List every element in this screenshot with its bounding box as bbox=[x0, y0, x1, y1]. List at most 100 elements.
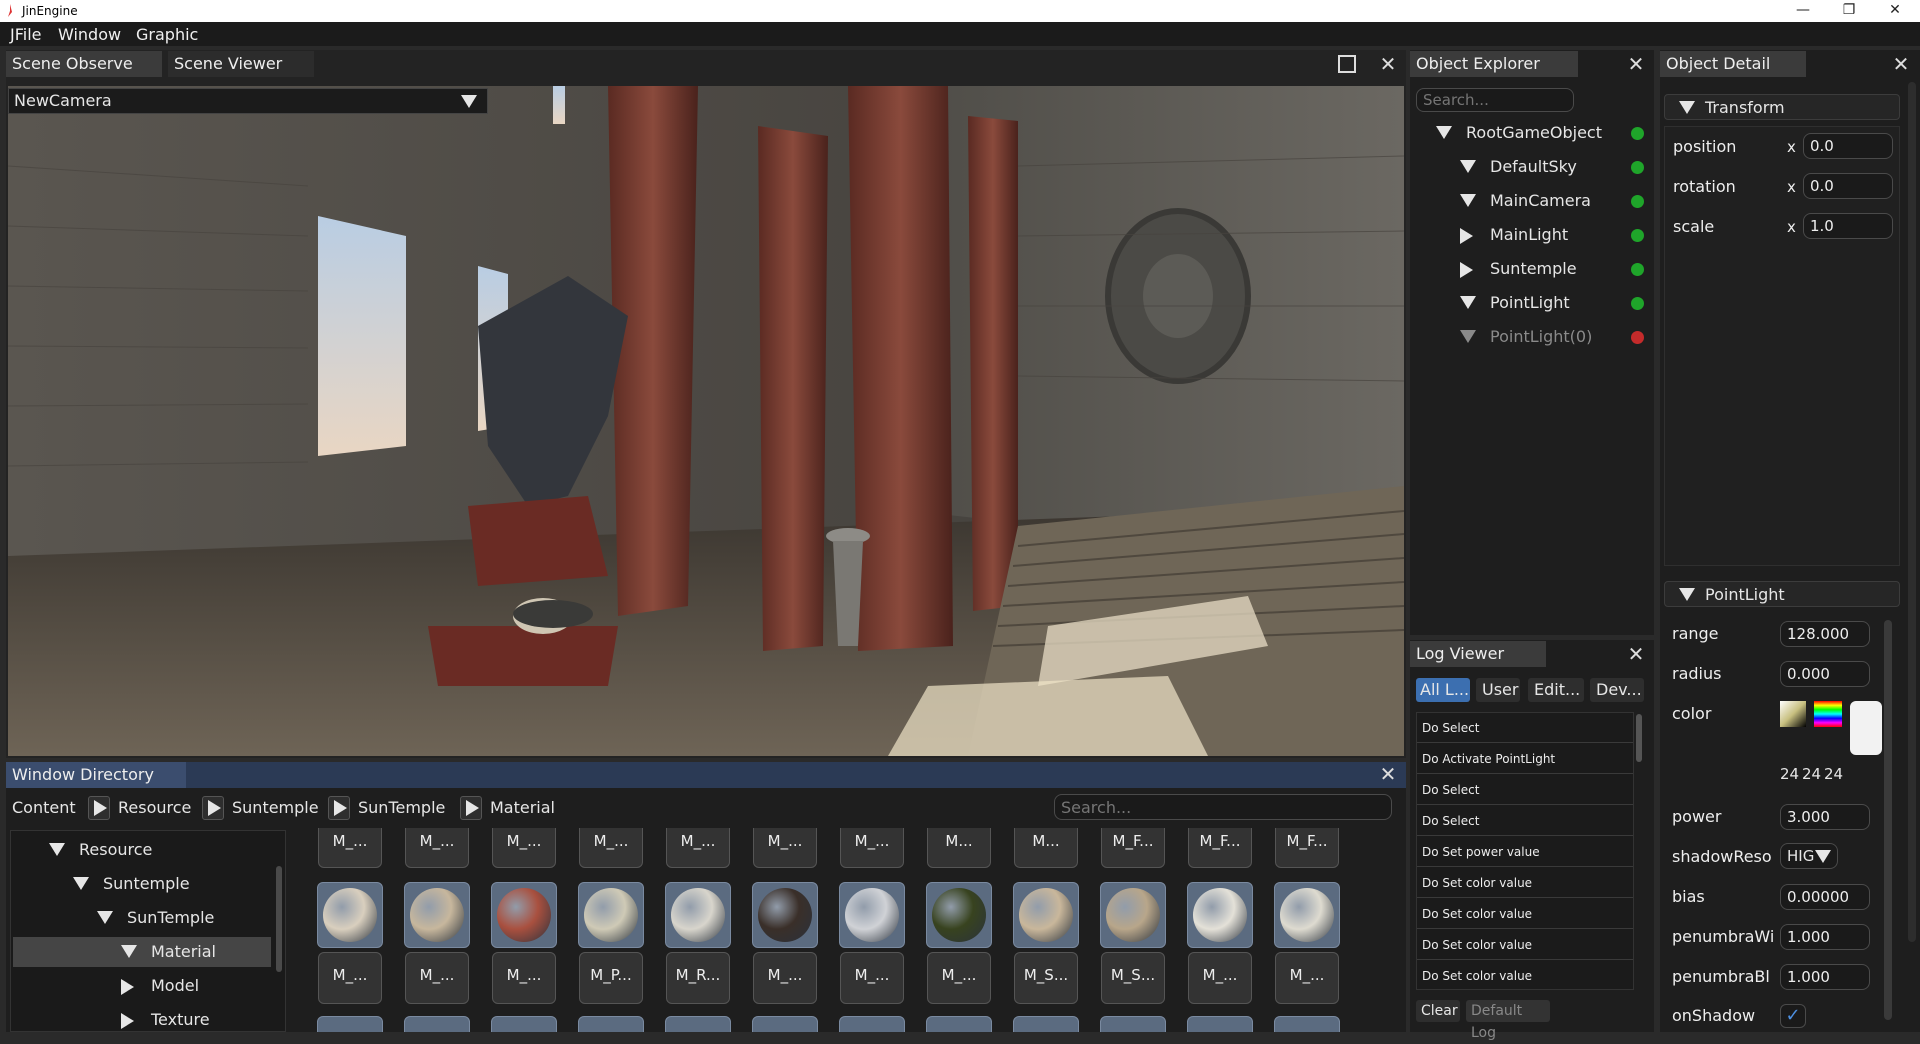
tab-scene-observe[interactable]: Scene Observe bbox=[6, 51, 162, 77]
material-thumbnail[interactable] bbox=[1274, 882, 1340, 948]
explorer-item[interactable]: PointLight(0) bbox=[1410, 322, 1654, 352]
explorer-item[interactable]: Suntemple bbox=[1410, 254, 1654, 284]
material-asset-label[interactable]: M_P... bbox=[579, 952, 643, 1004]
color-saturation-picker[interactable] bbox=[1780, 701, 1806, 727]
material-asset-label[interactable]: M_S... bbox=[1014, 952, 1078, 1004]
material-asset-label[interactable]: M_... bbox=[318, 952, 382, 1004]
onshadow-checkbox[interactable]: ✓ bbox=[1780, 1004, 1806, 1028]
expand-down-icon[interactable] bbox=[97, 911, 113, 924]
material-thumbnail[interactable] bbox=[578, 1016, 644, 1032]
material-asset-label[interactable]: M_R... bbox=[666, 952, 730, 1004]
menu-jfile[interactable]: JFile bbox=[10, 25, 42, 44]
material-thumbnail[interactable] bbox=[839, 882, 905, 948]
position-x-field[interactable]: 0.0 bbox=[1803, 133, 1893, 159]
close-window-button[interactable]: ✕ bbox=[1872, 0, 1918, 22]
log-tab-edit[interactable]: Edit... bbox=[1528, 678, 1584, 702]
menu-graphic[interactable]: Graphic bbox=[136, 25, 198, 44]
material-thumbnail[interactable] bbox=[1100, 882, 1166, 948]
asset-item[interactable]: M_... bbox=[405, 828, 469, 868]
material-thumbnail[interactable] bbox=[491, 882, 557, 948]
directory-tree-item[interactable]: Texture bbox=[13, 1005, 271, 1031]
material-thumbnail[interactable] bbox=[317, 882, 383, 948]
asset-item[interactable]: M_... bbox=[753, 828, 817, 868]
asset-item[interactable]: M_... bbox=[840, 828, 904, 868]
color-g-value[interactable]: 24 bbox=[1802, 765, 1821, 783]
color-b-value[interactable]: 24 bbox=[1824, 765, 1843, 783]
range-field[interactable]: 128.000 bbox=[1780, 621, 1870, 647]
material-asset-label[interactable]: M_... bbox=[1275, 952, 1339, 1004]
material-thumbnail[interactable] bbox=[578, 882, 644, 948]
log-entry[interactable]: Do Set color value bbox=[1417, 961, 1633, 989]
material-thumbnail[interactable] bbox=[665, 882, 731, 948]
explorer-item[interactable]: MainCamera bbox=[1410, 186, 1654, 216]
material-thumbnail[interactable] bbox=[1100, 1016, 1166, 1032]
breadcrumb-separator-icon[interactable] bbox=[328, 796, 350, 820]
asset-item[interactable]: M_F... bbox=[1188, 828, 1252, 868]
expand-right-icon[interactable] bbox=[121, 1013, 134, 1029]
directory-tree-item[interactable]: Suntemple bbox=[13, 869, 271, 899]
tab-scene-viewer[interactable]: Scene Viewer bbox=[168, 51, 314, 77]
breadcrumb-item[interactable]: SunTemple bbox=[358, 798, 445, 817]
breadcrumb-item[interactable]: Suntemple bbox=[232, 798, 319, 817]
asset-item[interactable]: M... bbox=[927, 828, 991, 868]
material-thumbnail[interactable] bbox=[491, 1016, 557, 1032]
expand-down-icon[interactable] bbox=[49, 843, 65, 856]
asset-item[interactable]: M_F... bbox=[1101, 828, 1165, 868]
close-detail-icon[interactable]: ✕ bbox=[1891, 54, 1911, 74]
pointlight-scrollbar[interactable] bbox=[1884, 620, 1892, 1020]
expand-down-icon[interactable] bbox=[1436, 126, 1452, 139]
breadcrumb-item[interactable]: Material bbox=[490, 798, 555, 817]
log-entry[interactable]: Do Select bbox=[1417, 806, 1633, 836]
log-tab-all[interactable]: All L... bbox=[1416, 678, 1470, 702]
tab-window-directory[interactable]: Window Directory bbox=[6, 762, 186, 788]
close-log-icon[interactable]: ✕ bbox=[1626, 644, 1646, 664]
explorer-item[interactable]: MainLight bbox=[1410, 220, 1654, 250]
maximize-button[interactable]: ❐ bbox=[1826, 0, 1872, 22]
tab-object-explorer[interactable]: Object Explorer bbox=[1410, 51, 1578, 77]
log-entry[interactable]: Do Set color value bbox=[1417, 930, 1633, 960]
material-asset-label[interactable]: M_... bbox=[1188, 952, 1252, 1004]
log-tab-dev[interactable]: Dev... bbox=[1590, 678, 1644, 702]
color-preview-swatch[interactable] bbox=[1850, 701, 1882, 755]
material-thumbnail[interactable] bbox=[1274, 1016, 1340, 1032]
power-field[interactable]: 3.000 bbox=[1780, 804, 1870, 830]
log-entry[interactable]: Do Select bbox=[1417, 775, 1633, 805]
material-thumbnail[interactable] bbox=[1187, 882, 1253, 948]
material-thumbnail[interactable] bbox=[839, 1016, 905, 1032]
asset-item[interactable]: M_... bbox=[579, 828, 643, 868]
log-entry[interactable]: Do Set power value bbox=[1417, 837, 1633, 867]
expand-down-icon[interactable] bbox=[1460, 160, 1476, 173]
camera-select[interactable]: NewCamera bbox=[8, 88, 488, 114]
tab-object-detail[interactable]: Object Detail bbox=[1660, 51, 1806, 77]
material-asset-label[interactable]: M_... bbox=[753, 952, 817, 1004]
material-thumbnail[interactable] bbox=[404, 882, 470, 948]
material-thumbnail[interactable] bbox=[1187, 1016, 1253, 1032]
material-thumbnail[interactable] bbox=[404, 1016, 470, 1032]
default-log-button[interactable]: Default Log bbox=[1466, 1000, 1550, 1041]
expand-down-icon[interactable] bbox=[1460, 194, 1476, 207]
asset-item[interactable]: M_... bbox=[492, 828, 556, 868]
expand-down-icon[interactable] bbox=[73, 877, 89, 890]
close-explorer-icon[interactable]: ✕ bbox=[1626, 54, 1646, 74]
material-thumbnail[interactable] bbox=[665, 1016, 731, 1032]
close-scene-icon[interactable]: ✕ bbox=[1378, 54, 1398, 74]
material-thumbnail[interactable] bbox=[926, 1016, 992, 1032]
scale-x-field[interactable]: 1.0 bbox=[1803, 213, 1893, 239]
expand-right-icon[interactable] bbox=[1460, 228, 1473, 244]
log-tab-user[interactable]: User bbox=[1476, 678, 1520, 702]
material-thumbnail[interactable] bbox=[1013, 882, 1079, 948]
directory-tree-item[interactable]: SunTemple bbox=[13, 903, 271, 933]
asset-item[interactable]: M... bbox=[1014, 828, 1078, 868]
clear-log-button[interactable]: Clear bbox=[1416, 1000, 1460, 1022]
pointlight-header[interactable]: PointLight bbox=[1664, 581, 1900, 607]
directory-tree-item[interactable]: Resource bbox=[13, 835, 271, 865]
material-thumbnail[interactable] bbox=[926, 882, 992, 948]
material-thumbnail[interactable] bbox=[752, 1016, 818, 1032]
material-asset-label[interactable]: M_... bbox=[492, 952, 556, 1004]
explorer-item[interactable]: PointLight bbox=[1410, 288, 1654, 318]
maximize-panel-icon[interactable] bbox=[1338, 55, 1356, 73]
explorer-search-input[interactable] bbox=[1416, 88, 1574, 112]
material-asset-label[interactable]: M_... bbox=[840, 952, 904, 1004]
close-directory-icon[interactable]: ✕ bbox=[1378, 764, 1398, 784]
asset-item[interactable]: M_F... bbox=[1275, 828, 1339, 868]
